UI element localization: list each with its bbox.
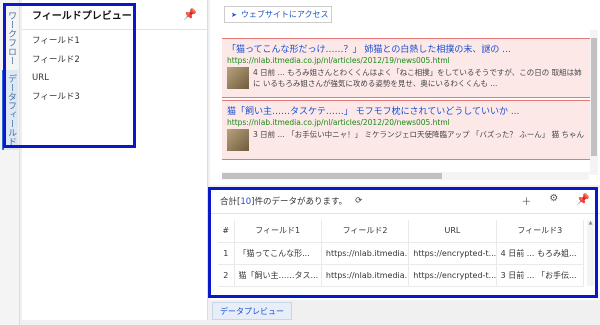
result-url: https://nlab.itmedia.co.jp/nl/articles/2… xyxy=(227,56,450,65)
result-title[interactable]: 猫「飼い主……タスケテ……」 モフモフ枕にされていどうしていいか ... xyxy=(227,104,590,117)
horizontal-scrollbar[interactable] xyxy=(222,172,589,180)
search-result[interactable]: 「猫ってこんな形だっけ……？」 姉猫との白熱した相撲の末、謎の ... http… xyxy=(222,38,595,98)
highlight-box-data xyxy=(208,187,598,298)
highlight-box-fields xyxy=(3,3,136,148)
result-snippet: 4 日前 ... もろみ姐さんとわくくんはよく「ねこ相撲」をしているそうですが、… xyxy=(253,68,582,77)
result-url: https://nlab.itmedia.co.jp/nl/articles/2… xyxy=(227,118,450,127)
tab-data-preview[interactable]: データプレビュー xyxy=(212,302,292,320)
vertical-scrollbar[interactable] xyxy=(590,30,598,175)
visit-website-label: ウェブサイトにアクセス xyxy=(240,10,329,19)
result-snippet: に いるもろみ姐さんが強気に攻める姿勢を見せ、奥にいるわくくんも ... xyxy=(253,79,498,88)
web-preview-panel: ➤ ウェブサイトにアクセス 「猫ってこんな形だっけ……？」 姉猫との白熱した相撲… xyxy=(210,0,600,185)
result-thumbnail xyxy=(227,129,249,151)
pin-icon[interactable]: 📌 xyxy=(183,8,197,21)
result-title[interactable]: 「猫ってこんな形だっけ……？」 姉猫との白熱した相撲の末、謎の ... xyxy=(227,42,590,55)
result-snippet: 3 日前 ... 「お手伝い中ニャ！」 ミケランジェロ天使降臨アップ 「バズった… xyxy=(253,130,584,139)
search-result[interactable]: 猫「飼い主……タスケテ……」 モフモフ枕にされていどうしていいか ... htt… xyxy=(222,100,595,160)
visit-website-button[interactable]: ➤ ウェブサイトにアクセス xyxy=(224,6,332,23)
arrow-right-icon: ➤ xyxy=(231,10,237,19)
result-thumbnail xyxy=(227,67,249,89)
